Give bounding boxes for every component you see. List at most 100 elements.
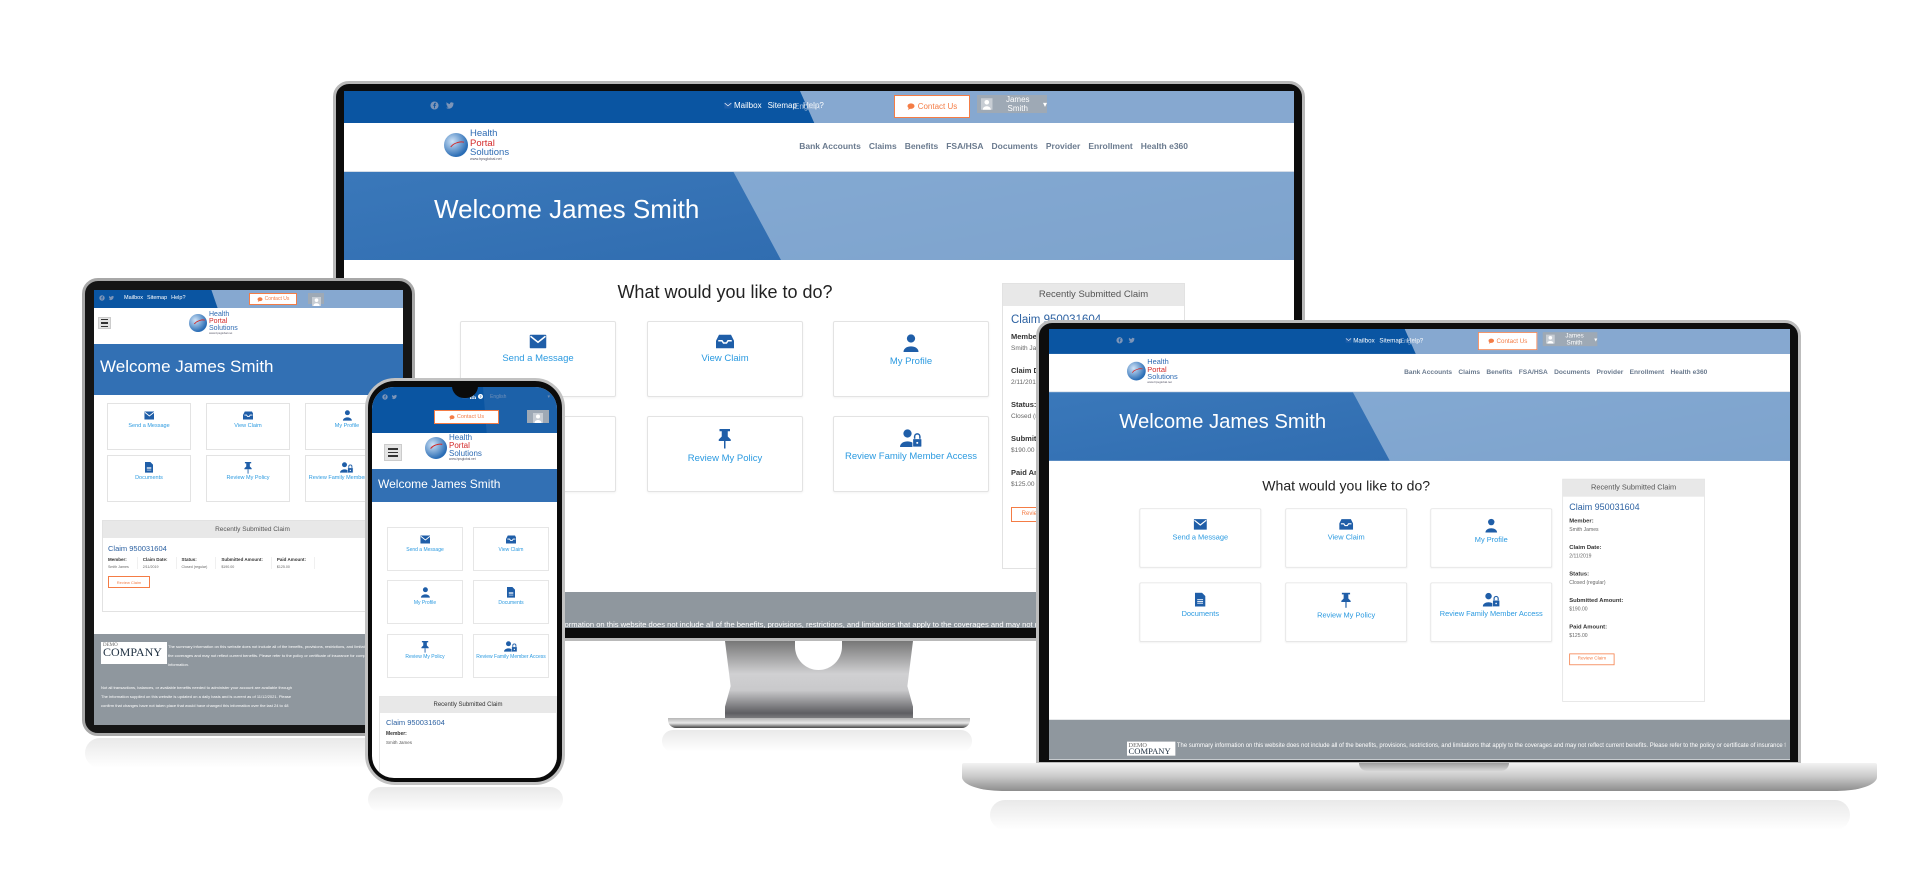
action-card-label: My Profile — [1474, 535, 1508, 545]
toplink[interactable]: Mailbox — [124, 295, 143, 301]
claim-field: Paid Amount: $125.00 — [277, 557, 315, 569]
claim-field: Claim Date: 2/11/2019 — [1569, 544, 1704, 571]
file-icon — [507, 587, 515, 598]
nav-link[interactable]: Provider — [1596, 368, 1623, 376]
facebook-icon[interactable] — [430, 101, 439, 110]
action-card[interactable]: Review My Policy — [647, 416, 803, 492]
contact-us-button[interactable]: Contact Us — [894, 95, 970, 118]
logo-text-portal: Portal — [209, 318, 228, 325]
action-card[interactable]: My Profile — [1430, 508, 1553, 568]
avatar-icon — [1546, 334, 1555, 343]
avatar-icon — [981, 98, 993, 110]
action-card-label: Documents — [1181, 609, 1220, 619]
review-claim-button[interactable]: Review Claim — [108, 576, 150, 588]
user-menu-button[interactable] — [527, 410, 549, 423]
nav-link[interactable]: Documents — [992, 141, 1038, 151]
action-card[interactable]: Documents — [1139, 582, 1262, 642]
action-card[interactable]: Review My Policy — [1285, 582, 1408, 642]
claim-field-label: Claim Date: — [142, 557, 168, 562]
user-menu-button[interactable]: James Smith ▾ — [1542, 332, 1598, 347]
nav-link[interactable]: Bank Accounts — [1404, 368, 1452, 376]
action-card[interactable]: My Profile — [833, 321, 989, 397]
claim-title-link[interactable]: Claim 950031604 — [1569, 503, 1704, 512]
language-select[interactable]: English▾ — [1397, 335, 1489, 347]
user-menu-button[interactable] — [308, 293, 324, 304]
chat-bubble-icon — [1488, 338, 1494, 343]
toplink-mailbox[interactable]: Mailbox — [1345, 336, 1375, 344]
claim-field-value: Closed (regular) — [181, 565, 208, 569]
contact-us-button[interactable]: Contact Us — [434, 410, 499, 424]
action-card[interactable]: Documents — [473, 580, 549, 624]
action-card[interactable]: View Claim — [473, 527, 549, 571]
action-card[interactable]: Review My Policy — [206, 455, 290, 502]
claim-panel-header: Recently Submitted Claim — [380, 697, 556, 713]
action-card[interactable]: Send a Message — [387, 527, 463, 571]
toplink-label: Mailbox — [1353, 336, 1375, 344]
action-card[interactable]: Send a Message — [107, 403, 191, 450]
monitor-stand-base — [668, 718, 970, 728]
claim-field-value: Smith James — [108, 565, 129, 569]
action-card[interactable]: Send a Message — [1139, 508, 1262, 568]
action-card-label: Review My Policy — [687, 452, 763, 464]
nav-link[interactable]: Health e360 — [1141, 141, 1188, 151]
action-card-label: Review My Policy — [226, 475, 270, 482]
claim-title-link[interactable]: Claim 950031604 — [386, 718, 556, 727]
review-claim-button[interactable]: Review Claim — [1569, 653, 1615, 665]
inbox-icon — [506, 535, 517, 544]
claim-field: Member: Smith James — [1569, 517, 1704, 544]
claim-field-label: Member: — [108, 557, 127, 562]
facebook-icon[interactable] — [1116, 337, 1123, 344]
claim-field: Claim Date: 2/11/2019 — [143, 557, 177, 569]
action-card[interactable]: View Claim — [647, 321, 803, 397]
welcome-banner: Welcome James Smith — [1049, 392, 1790, 461]
language-select[interactable]: English▾ — [490, 394, 550, 400]
action-card-label: View Claim — [498, 547, 524, 553]
toplink-mailbox[interactable]: Mailbox — [724, 101, 762, 110]
twitter-icon — [108, 295, 114, 301]
twitter-icon[interactable] — [1128, 337, 1135, 344]
twitter-icon[interactable] — [445, 101, 454, 110]
nav-link[interactable]: Claims — [869, 141, 897, 151]
hamburger-menu-button[interactable] — [98, 317, 111, 329]
action-card[interactable]: My Profile — [387, 580, 463, 624]
nav-link[interactable]: Provider — [1046, 141, 1081, 151]
action-card[interactable]: View Claim — [206, 403, 290, 450]
nav-link[interactable]: Enrollment — [1088, 141, 1132, 151]
action-card[interactable]: Review My Policy — [387, 634, 463, 678]
claim-field-label: Paid Amount: — [1569, 623, 1608, 631]
logo-text-health: Health — [209, 311, 230, 318]
health-portal-solutions-logo[interactable]: Health Portal Solutions www.hpsglobal.net — [444, 129, 509, 161]
nav-link[interactable]: Enrollment — [1630, 368, 1665, 376]
nav-link[interactable]: Benefits — [1486, 368, 1512, 376]
nav-link[interactable]: Benefits — [905, 141, 939, 151]
nav-link[interactable]: Health e360 — [1670, 368, 1707, 376]
health-portal-solutions-logo[interactable]: Health Portal Solutions www.hpsglobal.net — [1127, 359, 1178, 384]
envelope-icon — [529, 334, 547, 349]
user-lock-icon — [1482, 593, 1500, 607]
toplink[interactable]: Sitemap — [147, 295, 167, 301]
file-icon — [1195, 593, 1206, 607]
prompt-heading: What would you like to do? — [617, 282, 833, 302]
laptop-reflection — [990, 800, 1850, 830]
toplink[interactable]: Help? — [171, 295, 185, 301]
contact-us-button[interactable]: Contact Us — [1478, 332, 1538, 351]
language-value: English — [1400, 337, 1421, 345]
health-portal-solutions-logo[interactable]: Health Portal Solutions www.hpsglobal.net — [425, 434, 482, 461]
claim-title-link[interactable]: Claim 950031604 — [108, 544, 402, 553]
nav-link[interactable]: Documents — [1554, 368, 1590, 376]
nav-link[interactable]: FSA/HSA — [1519, 368, 1548, 376]
contact-us-button[interactable]: Contact Us — [249, 293, 297, 305]
user-menu-button[interactable]: James Smith ▾ — [977, 95, 1047, 113]
action-card[interactable]: Review Family Member Access — [473, 634, 549, 678]
nav-link[interactable]: Claims — [1458, 368, 1480, 376]
user-icon — [420, 587, 431, 598]
language-select[interactable]: English▾ — [790, 99, 908, 115]
health-portal-solutions-logo[interactable]: Health Portal Solutions www.hpsglobal.net — [189, 311, 238, 335]
nav-link[interactable]: Bank Accounts — [799, 141, 861, 151]
action-card[interactable]: Review Family Member Access — [833, 416, 989, 492]
action-card[interactable]: Review Family Member Access — [1430, 582, 1553, 642]
action-card[interactable]: View Claim — [1285, 508, 1408, 568]
hamburger-menu-button[interactable] — [384, 444, 402, 461]
action-card[interactable]: Documents — [107, 455, 191, 502]
nav-link[interactable]: FSA/HSA — [946, 141, 983, 151]
